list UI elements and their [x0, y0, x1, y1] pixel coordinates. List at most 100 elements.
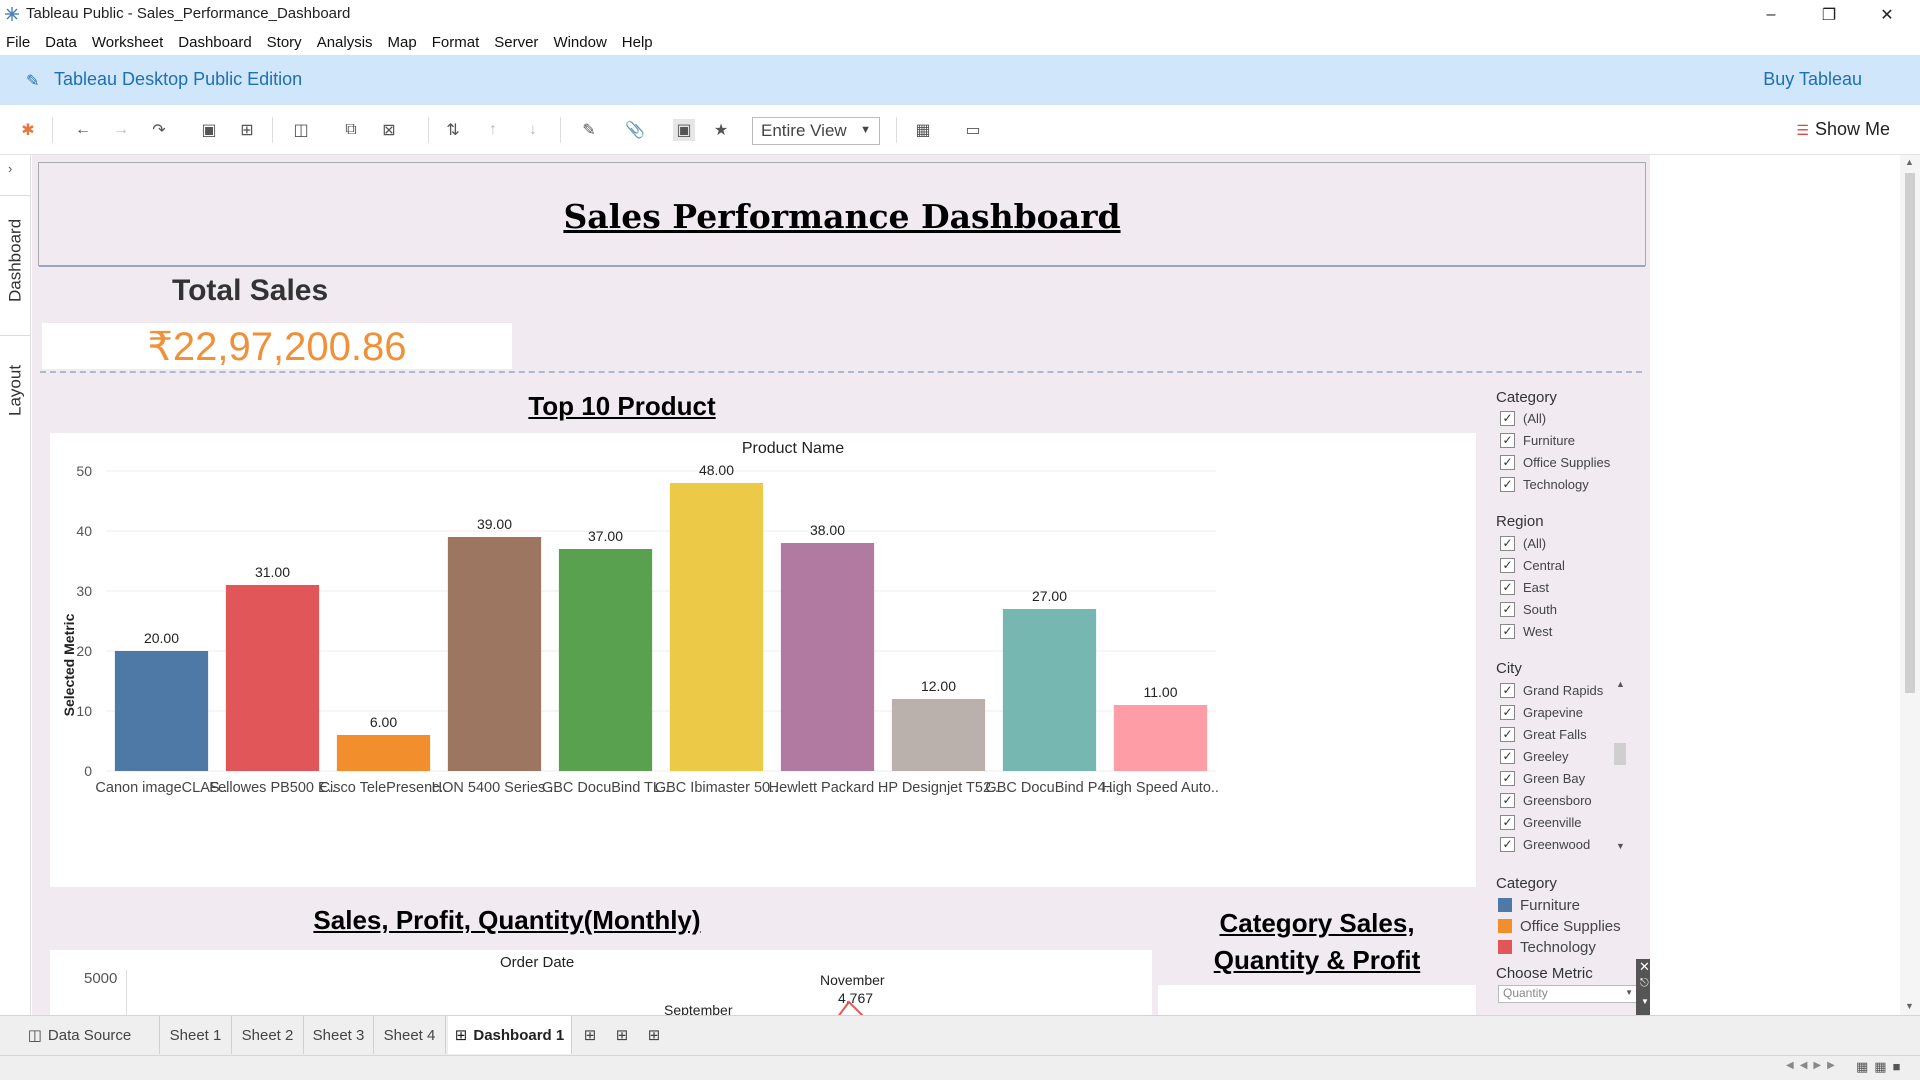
- bar[interactable]: [558, 549, 653, 771]
- menu-help[interactable]: Help: [622, 34, 653, 51]
- presentation-mode-icon[interactable]: ▭: [962, 119, 984, 141]
- scroll-up-icon[interactable]: ▲: [1616, 679, 1625, 689]
- legend-item-office-supplies[interactable]: Office Supplies: [1498, 917, 1621, 935]
- x-tick-label: HON 5400 Series ..: [432, 780, 558, 796]
- restore-button[interactable]: ❐: [1800, 0, 1858, 29]
- bar[interactable]: [447, 537, 542, 771]
- new-dashboard-tab-button[interactable]: ⊞: [606, 1016, 638, 1054]
- sort-ascending-icon[interactable]: ↑: [482, 119, 504, 141]
- swap-icon[interactable]: ⇅: [442, 119, 464, 141]
- tab-sheet-2[interactable]: Sheet 2: [232, 1016, 304, 1054]
- bar[interactable]: [225, 585, 320, 771]
- minimize-button[interactable]: –: [1742, 0, 1800, 29]
- scroll-down-icon[interactable]: ▼: [1905, 1001, 1914, 1011]
- floating-container-controls[interactable]: ✕ ⎋ ▼: [1636, 959, 1650, 1015]
- group-icon[interactable]: 📎: [624, 119, 646, 141]
- pin-icon[interactable]: ⎋: [1640, 977, 1649, 990]
- bar[interactable]: [669, 483, 764, 771]
- scroll-thumb[interactable]: [1905, 173, 1915, 693]
- tableau-home-icon[interactable]: ✱: [17, 119, 39, 141]
- scroll-thumb[interactable]: [1614, 743, 1626, 765]
- tab-sheet-4[interactable]: Sheet 4: [374, 1016, 446, 1054]
- tab-sheet-1[interactable]: Sheet 1: [160, 1016, 232, 1054]
- bar[interactable]: [891, 699, 986, 771]
- more-options-icon[interactable]: ▼: [1641, 997, 1649, 1006]
- menu-window[interactable]: Window: [553, 34, 606, 51]
- filter-city-item[interactable]: ✓ Greenville: [1500, 813, 1582, 831]
- menu-analysis[interactable]: Analysis: [317, 34, 373, 51]
- fit-view-select[interactable]: Entire View ▼: [752, 117, 880, 145]
- menu-worksheet[interactable]: Worksheet: [92, 34, 163, 51]
- bar[interactable]: [114, 651, 209, 771]
- highlight-icon[interactable]: ✎: [578, 119, 600, 141]
- menu-format[interactable]: Format: [432, 34, 480, 51]
- checkbox-checked-icon: ✓: [1500, 410, 1515, 426]
- menu-data[interactable]: Data: [45, 34, 77, 51]
- city-list-scrollbar[interactable]: ▲ ▼: [1614, 679, 1626, 855]
- new-worksheet-tab-button[interactable]: ⊞: [574, 1016, 606, 1054]
- filter-region-south[interactable]: ✓ South: [1500, 600, 1557, 618]
- scroll-down-icon[interactable]: ▼: [1616, 841, 1625, 851]
- bar[interactable]: [780, 543, 875, 771]
- sort-descending-icon[interactable]: ↓: [522, 119, 544, 141]
- tab-sheet-3[interactable]: Sheet 3: [304, 1016, 374, 1054]
- clear-sheet-icon[interactable]: ⊠: [378, 119, 400, 141]
- legend-item-technology[interactable]: Technology: [1498, 938, 1596, 956]
- filter-city-item[interactable]: ✓ Greeley: [1500, 747, 1569, 765]
- filter-city-item[interactable]: ✓ Greensboro: [1500, 791, 1592, 809]
- new-worksheet-icon[interactable]: ◫: [290, 119, 312, 141]
- monthly-chart[interactable]: Order Date 5000 November 4,767 September: [50, 950, 1152, 1015]
- filter-region-east[interactable]: ✓ East: [1500, 578, 1549, 596]
- menu-map[interactable]: Map: [388, 34, 417, 51]
- legend-item-furniture[interactable]: Furniture: [1498, 896, 1580, 914]
- checkbox-checked-icon: ✓: [1500, 476, 1515, 492]
- close-button[interactable]: ✕: [1858, 0, 1916, 29]
- dashboard-vertical-scrollbar[interactable]: ▲ ▼: [1900, 155, 1920, 1015]
- category-chart[interactable]: [1158, 985, 1476, 1015]
- filter-city-item[interactable]: ✓ Greenwood: [1500, 835, 1590, 853]
- bar[interactable]: [1002, 609, 1097, 771]
- filter-region-west[interactable]: ✓ West: [1500, 622, 1552, 640]
- menu-server[interactable]: Server: [494, 34, 538, 51]
- choose-metric-select[interactable]: Quantity ▼: [1498, 985, 1638, 1003]
- toolbar-separator: [428, 117, 429, 143]
- undo-icon[interactable]: ←: [72, 119, 94, 141]
- buy-tableau-link[interactable]: Buy Tableau: [1763, 69, 1862, 90]
- replay-icon[interactable]: ↷: [148, 119, 170, 141]
- top10-chart[interactable]: Product Name Selected Metric 0 10 20 30 40 50…: [50, 433, 1476, 887]
- sheet-navigation-icons[interactable]: ◀◀▶▶: [1786, 1060, 1841, 1071]
- filter-city-item[interactable]: ✓ Green Bay: [1500, 769, 1585, 787]
- menu-file[interactable]: File: [6, 34, 30, 51]
- fix-axes-icon[interactable]: ★: [710, 119, 732, 141]
- duplicate-sheet-icon[interactable]: ⧉: [340, 119, 362, 141]
- bar[interactable]: [336, 735, 431, 771]
- filter-city-item[interactable]: ✓ Great Falls: [1500, 725, 1587, 743]
- filter-city-item[interactable]: ✓ Grand Rapids: [1500, 681, 1603, 699]
- show-cards-icon[interactable]: ▦: [912, 119, 934, 141]
- tab-data-source[interactable]: ◫ Data Source: [0, 1016, 160, 1054]
- total-sales-card[interactable]: ₹22,97,200.86: [42, 323, 512, 369]
- new-story-tab-button[interactable]: ⊞: [638, 1016, 670, 1054]
- bar[interactable]: [1113, 705, 1208, 771]
- filter-region-all[interactable]: ✓ (All): [1500, 534, 1546, 552]
- tab-dashboard-1[interactable]: ⊞ Dashboard 1: [448, 1016, 572, 1054]
- new-data-source-icon[interactable]: ⊞: [236, 119, 258, 141]
- tab-layout[interactable]: Layout: [0, 335, 31, 445]
- chevron-right-icon[interactable]: ›: [8, 161, 12, 176]
- show-labels-icon[interactable]: ▣: [673, 119, 695, 141]
- scroll-up-icon[interactable]: ▲: [1905, 157, 1914, 167]
- filter-category-furniture[interactable]: ✓ Furniture: [1500, 431, 1575, 449]
- filter-city-item[interactable]: ✓ Grapevine: [1500, 703, 1583, 721]
- filter-region-central[interactable]: ✓ Central: [1500, 556, 1565, 574]
- redo-icon[interactable]: →: [110, 119, 132, 141]
- tab-dashboard[interactable]: Dashboard: [0, 195, 31, 325]
- show-me-button[interactable]: ☰ Show Me: [1796, 119, 1890, 140]
- filter-category-all[interactable]: ✓ (All): [1500, 409, 1546, 427]
- menu-story[interactable]: Story: [267, 34, 302, 51]
- menu-dashboard[interactable]: Dashboard: [178, 34, 251, 51]
- close-icon[interactable]: ✕: [1639, 959, 1650, 975]
- filter-category-technology[interactable]: ✓ Technology: [1500, 475, 1589, 493]
- filter-category-office-supplies[interactable]: ✓ Office Supplies: [1500, 453, 1610, 471]
- save-icon[interactable]: ▣: [198, 119, 220, 141]
- view-mode-icons[interactable]: ▦▦■: [1856, 1059, 1906, 1075]
